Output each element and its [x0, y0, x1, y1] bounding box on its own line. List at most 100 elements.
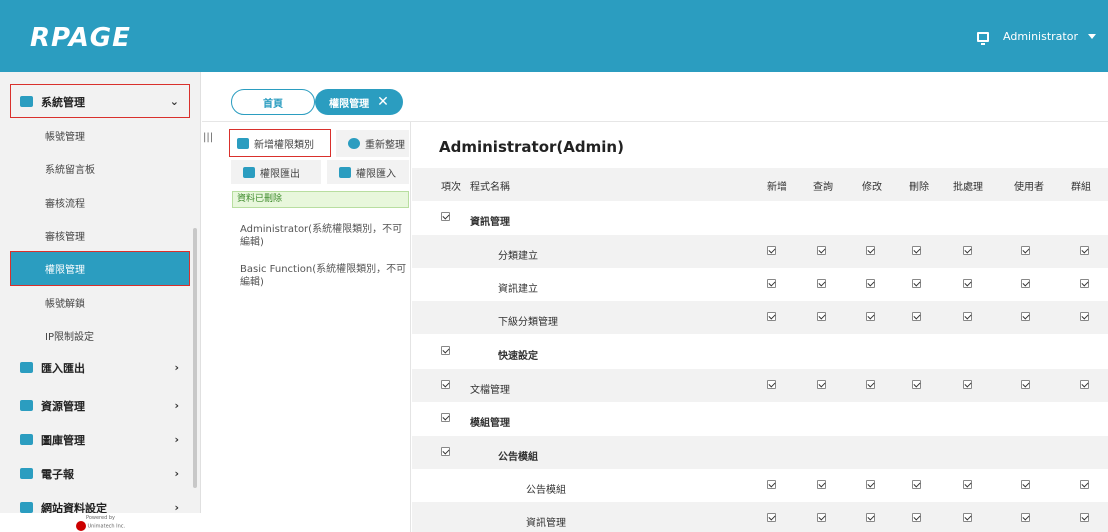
permission-checkbox[interactable] [963, 380, 972, 389]
sidebar-section-gallery[interactable]: 圖庫管理 › [0, 423, 201, 456]
collapse-panel-icon[interactable]: ||| [203, 132, 214, 154]
row-checkbox[interactable] [441, 447, 450, 456]
close-tab-icon[interactable]: ✕ [377, 94, 389, 110]
permission-checkbox[interactable] [866, 279, 875, 288]
role-item-admin[interactable]: Administrator(系統權限類別，不可編輯) [240, 223, 410, 249]
permission-checkbox[interactable] [1021, 279, 1030, 288]
permission-checkbox[interactable] [866, 246, 875, 255]
permission-checkbox[interactable] [1080, 312, 1089, 321]
monitor-icon [977, 31, 989, 45]
permission-checkbox[interactable] [767, 480, 776, 489]
tab-home-label: 首頁 [263, 98, 283, 110]
row-checkbox[interactable] [441, 212, 450, 221]
tab-home[interactable]: 首頁 [231, 89, 315, 115]
caret-down-icon [1088, 34, 1096, 39]
row-checkbox[interactable] [441, 380, 450, 389]
row-checkbox[interactable] [441, 346, 450, 355]
import-permission-button[interactable]: 權限匯入 [327, 160, 409, 184]
table-row [412, 469, 1108, 502]
row-checkbox[interactable] [441, 413, 450, 422]
table-row [412, 402, 1108, 435]
refresh-icon [348, 138, 360, 149]
sidebar-section-label: 匯入匯出 [41, 361, 85, 375]
permission-checkbox[interactable] [767, 513, 776, 522]
sidebar-item[interactable]: 審核管理 [0, 219, 195, 252]
sidebar-section-import-export[interactable]: 匯入匯出 › [0, 351, 201, 384]
sidebar-section-newsletter[interactable]: 電子報 › [0, 457, 201, 490]
permission-checkbox[interactable] [817, 480, 826, 489]
user-menu[interactable]: Administrator [977, 30, 1096, 45]
username: Administrator [1003, 30, 1078, 43]
permission-checkbox[interactable] [1080, 513, 1089, 522]
permission-checkbox[interactable] [963, 312, 972, 321]
permission-checkbox[interactable] [912, 246, 921, 255]
app-logo[interactable]: RPAGE [30, 23, 131, 53]
import-label: 權限匯入 [356, 168, 396, 180]
permission-checkbox[interactable] [912, 380, 921, 389]
refresh-button[interactable]: 重新整理 [336, 130, 409, 157]
permission-checkbox[interactable] [767, 380, 776, 389]
permission-checkbox[interactable] [963, 279, 972, 288]
sidebar-item[interactable]: 系統留言板 [0, 152, 195, 185]
permission-checkbox[interactable] [1021, 380, 1030, 389]
permission-checkbox[interactable] [1080, 480, 1089, 489]
table-row [412, 369, 1108, 402]
column-header: 項次 [441, 182, 461, 193]
export-permission-button[interactable]: 權限匯出 [231, 160, 321, 184]
sidebar-section-label: 資源管理 [41, 399, 85, 413]
permission-checkbox[interactable] [912, 312, 921, 321]
permission-checkbox[interactable] [767, 246, 776, 255]
chevron-right-icon: › [174, 467, 179, 480]
permission-checkbox[interactable] [817, 279, 826, 288]
permission-checkbox[interactable] [866, 513, 875, 522]
permission-checkbox[interactable] [1021, 513, 1030, 522]
sidebar-item[interactable]: 帳號管理 [0, 119, 195, 152]
permission-checkbox[interactable] [817, 312, 826, 321]
import-export-icon [20, 362, 33, 373]
tab-permission-management[interactable]: 權限管理 ✕ [315, 89, 403, 115]
column-header: 查詢 [813, 182, 833, 193]
permission-checkbox[interactable] [1021, 480, 1030, 489]
highlight-system-section [10, 84, 190, 118]
permission-checkbox[interactable] [1021, 312, 1030, 321]
permission-checkbox[interactable] [817, 513, 826, 522]
sidebar-item[interactable]: 審核流程 [0, 186, 195, 219]
highlight-permission-item [10, 251, 190, 286]
permission-checkbox[interactable] [912, 279, 921, 288]
permission-checkbox[interactable] [866, 480, 875, 489]
permission-checkbox[interactable] [963, 513, 972, 522]
sidebar-section-resource[interactable]: 資源管理 › [0, 389, 201, 422]
permission-checkbox[interactable] [767, 312, 776, 321]
column-header: 群組 [1071, 182, 1091, 193]
permission-checkbox[interactable] [866, 380, 875, 389]
sidebar-scrollbar[interactable] [193, 228, 197, 488]
powered-by: Powered by Unimatech Inc. [0, 513, 201, 532]
permission-checkbox[interactable] [866, 312, 875, 321]
program-name: 資訊管理 [526, 518, 566, 529]
lock-icon [243, 166, 255, 178]
site-settings-icon [20, 502, 33, 513]
tab-bar: 首頁 權限管理 ✕ [202, 72, 1108, 122]
lock-icon [339, 166, 351, 178]
sidebar-item[interactable]: IP限制設定 [0, 319, 195, 352]
permission-checkbox[interactable] [1080, 279, 1089, 288]
company-logo-icon [75, 521, 86, 531]
powered-label: Powered by [86, 515, 115, 521]
permission-checkbox[interactable] [817, 380, 826, 389]
permission-checkbox[interactable] [1021, 246, 1030, 255]
program-name: 模組管理 [470, 418, 510, 429]
permission-checkbox[interactable] [1080, 380, 1089, 389]
permission-checkbox[interactable] [767, 279, 776, 288]
table-row [412, 201, 1108, 234]
permission-checkbox[interactable] [912, 513, 921, 522]
permission-checkbox[interactable] [817, 246, 826, 255]
permission-checkbox[interactable] [912, 480, 921, 489]
sidebar-item[interactable]: 帳號解鎖 [0, 286, 195, 319]
permission-checkbox[interactable] [1080, 246, 1089, 255]
refresh-label: 重新整理 [365, 140, 405, 151]
permission-checkbox[interactable] [963, 480, 972, 489]
column-header: 刪除 [909, 182, 929, 193]
permission-checkbox[interactable] [963, 246, 972, 255]
company-name: Unimatech Inc. [87, 523, 126, 530]
role-item-basic[interactable]: Basic Function(系統權限類別，不可編輯) [240, 263, 410, 289]
